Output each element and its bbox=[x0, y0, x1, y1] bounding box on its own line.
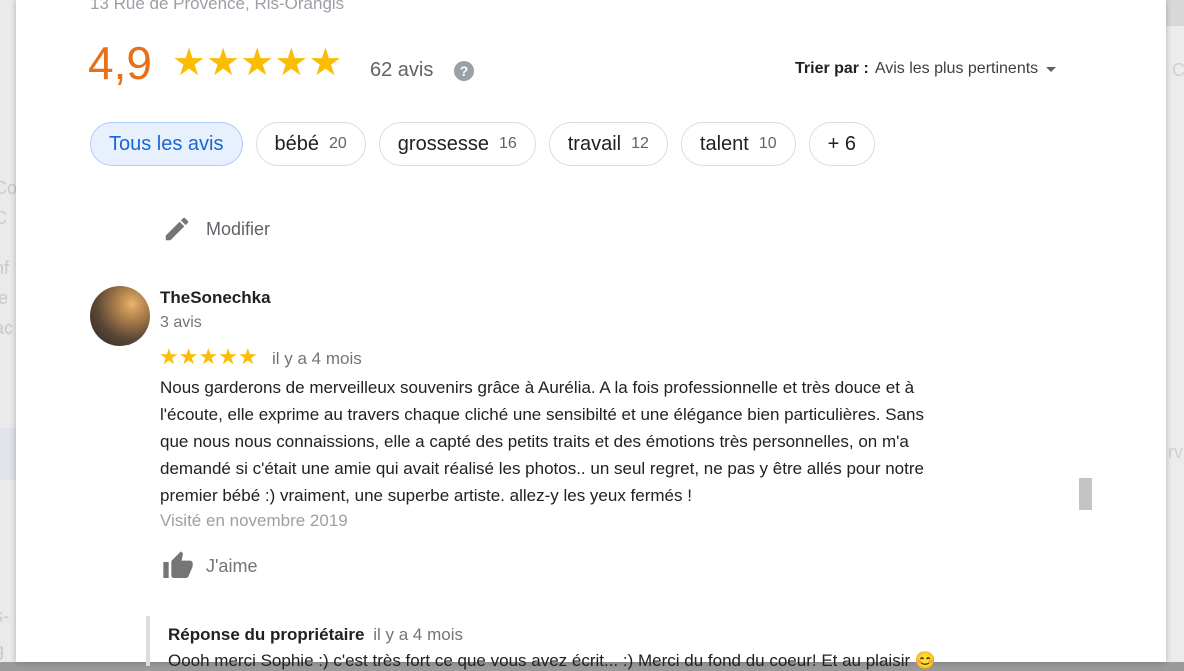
scrollbar-thumb[interactable] bbox=[1079, 478, 1092, 510]
help-icon[interactable]: ? bbox=[454, 61, 474, 81]
chip-label: + 6 bbox=[827, 132, 856, 155]
star-icon: ★ bbox=[198, 344, 219, 369]
sort-value: Avis les plus pertinents bbox=[874, 60, 1039, 77]
topic-chips: Tous les avis bébé 20 grossesse 16 trava… bbox=[90, 122, 888, 166]
avatar[interactable] bbox=[90, 286, 150, 346]
background-text: nf bbox=[0, 258, 10, 278]
chip-grossesse[interactable]: grossesse 16 bbox=[378, 122, 536, 166]
background-text: C bbox=[1172, 60, 1184, 80]
chip-talent[interactable]: talent 10 bbox=[680, 122, 796, 166]
background-text: s- bbox=[0, 606, 9, 626]
star-icon: ★ bbox=[240, 42, 275, 84]
like-button[interactable]: J'aime bbox=[160, 550, 257, 582]
sort-label: Trier par : bbox=[795, 60, 869, 77]
owner-reply-title: Réponse du propriétaire bbox=[168, 625, 365, 644]
review-text-line: l'écoute, elle exprime au travers chaque… bbox=[160, 405, 924, 424]
owner-reply-date: il y a 4 mois bbox=[373, 625, 463, 644]
chip-label: talent bbox=[699, 132, 749, 155]
background-text: le bbox=[0, 288, 9, 308]
reply-divider bbox=[146, 616, 150, 666]
owner-reply-header: Réponse du propriétaire il y a 4 mois bbox=[168, 625, 463, 645]
reviewer-review-count: 3 avis bbox=[160, 314, 202, 331]
review-text-line: que nous nous connaissions, elle a capté… bbox=[160, 432, 909, 451]
chip-label: travail bbox=[567, 132, 622, 155]
owner-reply-text: Oooh merci Sophie :) c'est très fort ce … bbox=[168, 651, 937, 670]
background-left-panel: Co C nf le ac s- g bbox=[0, 0, 18, 662]
thumbs-up-icon bbox=[163, 551, 193, 578]
chip-label: Tous les avis bbox=[109, 132, 224, 155]
chip-label: grossesse bbox=[397, 132, 489, 155]
star-icon: ★ bbox=[218, 344, 238, 369]
background-text: g bbox=[0, 640, 4, 661]
star-icon: ★ bbox=[308, 42, 343, 84]
star-icon: ★ bbox=[172, 42, 207, 84]
background-text: ac bbox=[0, 318, 14, 338]
star-icon: ★ bbox=[206, 42, 241, 84]
background-text: Co bbox=[0, 178, 18, 198]
chevron-down-icon bbox=[1046, 66, 1057, 72]
chip-count: 16 bbox=[498, 135, 517, 152]
average-rating: 4,9 bbox=[88, 37, 152, 89]
edit-review-button[interactable]: Modifier bbox=[162, 214, 270, 244]
review-date: il y a 4 mois bbox=[272, 349, 362, 368]
chip-all-reviews[interactable]: Tous les avis bbox=[90, 122, 243, 166]
reviews-dialog: 13 Rue de Provence, Ris-Orangis 4,9 ★ ★ … bbox=[16, 0, 1166, 670]
star-icon: ★ bbox=[159, 344, 179, 369]
chip-more[interactable]: + 6 bbox=[808, 122, 875, 166]
chip-count: 10 bbox=[758, 135, 777, 152]
chip-count: 20 bbox=[329, 135, 347, 152]
review-stars: ★ ★ ★ ★ ★ bbox=[159, 345, 258, 369]
background-text: C bbox=[0, 208, 7, 228]
star-icon: ★ bbox=[237, 344, 258, 369]
star-icon: ★ bbox=[274, 42, 309, 84]
reviewer-name[interactable]: TheSonechka bbox=[160, 288, 271, 308]
chip-travail[interactable]: travail 12 bbox=[548, 122, 668, 166]
star-icon: ★ bbox=[178, 344, 199, 369]
review-text: Nous garderons de merveilleux souvenirs … bbox=[160, 374, 1040, 509]
review-text-line: demandé si c'était une amie qui avait ré… bbox=[160, 459, 924, 478]
background-text: rvi bbox=[1168, 442, 1184, 462]
review-text-line: Nous garderons de merveilleux souvenirs … bbox=[160, 378, 915, 397]
review-text-line: premier bébé :) vraiment, une superbe ar… bbox=[160, 486, 692, 505]
review-count: 62 avis bbox=[370, 59, 434, 81]
pencil-icon bbox=[165, 217, 189, 241]
place-address: 13 Rue de Provence, Ris-Orangis bbox=[90, 0, 345, 13]
background-right-panel: C rvi bbox=[1166, 0, 1184, 662]
edit-label: Modifier bbox=[206, 218, 271, 239]
like-label: J'aime bbox=[206, 555, 258, 576]
chip-bebe[interactable]: bébé 20 bbox=[255, 122, 366, 166]
visit-date: Visité en novembre 2019 bbox=[160, 511, 348, 530]
chip-label: bébé bbox=[274, 132, 320, 155]
sort-dropdown[interactable]: Trier par : Avis les plus pertinents bbox=[795, 60, 1057, 78]
chip-count: 12 bbox=[631, 135, 649, 152]
background-topbar bbox=[1166, 0, 1184, 26]
average-stars: ★ ★ ★ ★ ★ bbox=[172, 44, 342, 82]
background-selected-item bbox=[0, 428, 16, 480]
